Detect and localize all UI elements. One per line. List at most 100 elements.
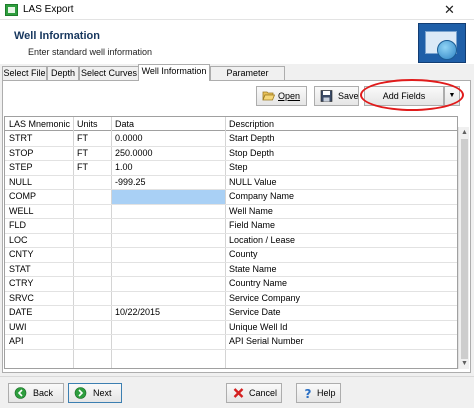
data-cell[interactable] — [111, 291, 225, 306]
row-divider — [5, 348, 457, 350]
add-fields-dropdown[interactable]: ▼ — [444, 86, 460, 106]
units-cell[interactable]: FT — [73, 131, 111, 146]
description-cell[interactable]: Unique Well Id — [225, 320, 457, 335]
mnemonic-cell[interactable]: API — [5, 334, 73, 349]
description-cell[interactable]: Service Company — [225, 291, 457, 306]
data-cell[interactable]: -999.25 — [111, 175, 225, 190]
mnemonic-cell[interactable]: COMP — [5, 189, 73, 204]
mnemonic-cell[interactable]: SRVC — [5, 291, 73, 306]
mnemonic-cell[interactable]: STOP — [5, 146, 73, 161]
units-cell[interactable]: FT — [73, 146, 111, 161]
add-fields-label: Add Fields — [382, 91, 426, 101]
mnemonic-cell[interactable]: CNTY — [5, 247, 73, 262]
description-cell[interactable]: Well Name — [225, 204, 457, 219]
help-button[interactable]: ? Help — [296, 383, 341, 403]
units-cell[interactable] — [73, 262, 111, 277]
units-cell[interactable] — [73, 247, 111, 262]
units-cell[interactable] — [73, 305, 111, 320]
tab-depth[interactable]: Depth — [47, 66, 79, 80]
save-button[interactable]: Save — [314, 86, 359, 106]
las-export-app-icon — [5, 4, 18, 16]
description-cell[interactable]: Field Name — [225, 218, 457, 233]
cancel-x-icon — [233, 388, 244, 398]
column-header-description[interactable]: Description — [225, 117, 457, 132]
column-header-mnemonic[interactable]: LAS Mnemonic — [5, 117, 73, 132]
column-header-units[interactable]: Units — [73, 117, 111, 132]
next-button[interactable]: Next — [68, 383, 122, 403]
data-cell[interactable] — [111, 276, 225, 291]
data-cell[interactable]: 0.0000 — [111, 131, 225, 146]
tab-well-information[interactable]: Well Information — [138, 64, 210, 81]
description-cell[interactable]: Service Date — [225, 305, 457, 320]
tab-select-curves[interactable]: Select Curves — [79, 66, 139, 80]
description-cell[interactable]: API Serial Number — [225, 334, 457, 349]
open-button[interactable]: Open — [256, 86, 307, 106]
description-cell[interactable]: Location / Lease — [225, 233, 457, 248]
data-cell[interactable]: 250.0000 — [111, 146, 225, 161]
mnemonic-cell[interactable]: WELL — [5, 204, 73, 219]
data-cell[interactable] — [111, 262, 225, 277]
mnemonic-cell[interactable]: STEP — [5, 160, 73, 175]
description-cell[interactable]: County — [225, 247, 457, 262]
description-cell[interactable]: Stop Depth — [225, 146, 457, 161]
units-cell[interactable] — [73, 276, 111, 291]
back-button[interactable]: Back — [8, 383, 64, 403]
units-cell[interactable] — [73, 334, 111, 349]
description-cell[interactable]: NULL Value — [225, 175, 457, 190]
data-cell[interactable] — [111, 233, 225, 248]
units-cell[interactable] — [73, 320, 111, 335]
data-cell[interactable] — [111, 247, 225, 262]
page-subtitle: Enter standard well information — [28, 47, 153, 57]
units-cell[interactable] — [73, 291, 111, 306]
description-cell[interactable]: Step — [225, 160, 457, 175]
table-scrollbar[interactable]: ▲ ▼ — [458, 127, 469, 369]
units-cell[interactable] — [73, 218, 111, 233]
data-cell[interactable] — [111, 204, 225, 219]
floppy-disk-icon — [320, 90, 333, 102]
scroll-thumb[interactable] — [461, 139, 468, 359]
mnemonic-cell[interactable]: CTRY — [5, 276, 73, 291]
back-arrow-icon — [14, 387, 27, 399]
units-cell[interactable] — [73, 189, 111, 204]
scroll-up-icon[interactable]: ▲ — [459, 127, 470, 138]
units-cell[interactable] — [73, 204, 111, 219]
footer-divider — [0, 376, 474, 377]
add-fields-button[interactable]: Add Fields — [364, 86, 444, 106]
description-cell[interactable]: Start Depth — [225, 131, 457, 146]
well-info-table: LAS Mnemonic Units Data Description STRT… — [4, 116, 458, 369]
mnemonic-cell[interactable]: DATE — [5, 305, 73, 320]
tab-select-file[interactable]: Select File — [2, 66, 47, 80]
data-cell[interactable] — [111, 189, 225, 204]
data-cell[interactable]: 10/22/2015 — [111, 305, 225, 320]
open-label: Open — [278, 91, 301, 101]
window-title: LAS Export — [23, 4, 74, 15]
back-label: Back — [33, 388, 54, 398]
mnemonic-cell[interactable]: UWI — [5, 320, 73, 335]
mnemonic-cell[interactable]: NULL — [5, 175, 73, 190]
units-cell[interactable]: FT — [73, 160, 111, 175]
column-header-data[interactable]: Data — [111, 117, 225, 132]
mnemonic-cell[interactable]: STRT — [5, 131, 73, 146]
mnemonic-cell[interactable]: STAT — [5, 262, 73, 277]
mnemonic-cell[interactable]: LOC — [5, 233, 73, 248]
close-icon[interactable]: ✕ — [444, 3, 455, 16]
globe-window-icon — [418, 23, 466, 63]
description-cell[interactable]: State Name — [225, 262, 457, 277]
data-cell[interactable]: 1.00 — [111, 160, 225, 175]
help-label: Help — [317, 388, 336, 398]
description-cell[interactable]: Company Name — [225, 189, 457, 204]
data-cell[interactable] — [111, 218, 225, 233]
tab-parameter-section[interactable]: Parameter Section — [210, 66, 285, 90]
units-cell[interactable] — [73, 233, 111, 248]
folder-open-icon — [262, 91, 275, 101]
next-arrow-icon — [74, 387, 87, 399]
cancel-button[interactable]: Cancel — [226, 383, 282, 403]
data-cell[interactable] — [111, 320, 225, 335]
scroll-down-icon[interactable]: ▼ — [459, 358, 470, 369]
mnemonic-cell[interactable]: FLD — [5, 218, 73, 233]
description-cell[interactable]: Country Name — [225, 276, 457, 291]
data-cell[interactable] — [111, 334, 225, 349]
save-label: Save — [338, 91, 359, 101]
units-cell[interactable] — [73, 175, 111, 190]
title-bar: LAS Export ✕ — [0, 0, 474, 20]
